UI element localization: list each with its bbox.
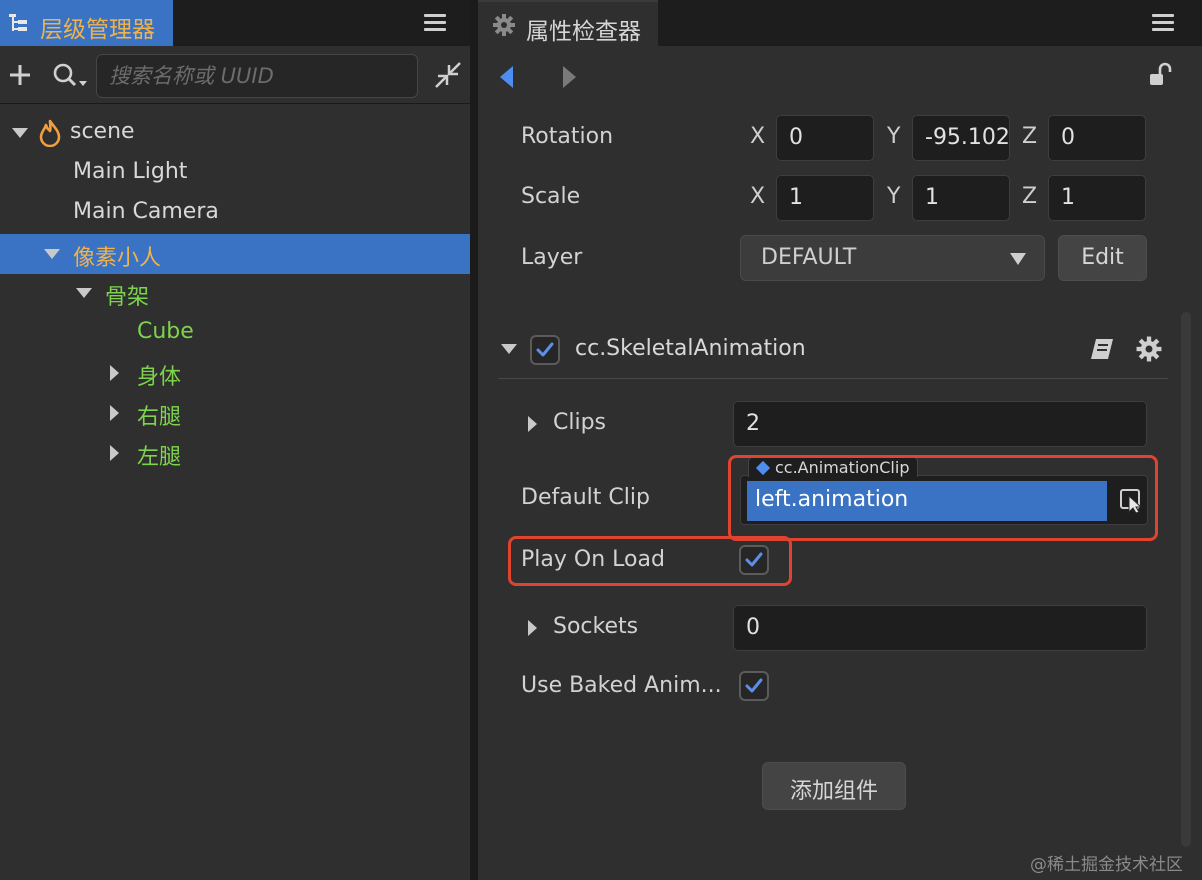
clips-label: Clips <box>553 410 607 435</box>
nav-back-icon[interactable] <box>500 66 513 88</box>
use-baked-animation-label: Use Baked Anim... <box>521 673 722 698</box>
clips-expand-icon[interactable] <box>528 416 537 432</box>
scale-z-value: 1 <box>1061 185 1075 210</box>
search-input[interactable] <box>97 55 417 97</box>
layer-edit-label: Edit <box>1081 245 1124 270</box>
scale-x-label: X <box>750 184 766 209</box>
inspector-tab-title: 属性检查器 <box>526 19 641 45</box>
add-icon[interactable] <box>8 63 32 87</box>
rotation-label: Rotation <box>521 124 614 149</box>
tree-node-label: Cube <box>137 319 194 344</box>
inspector-menu-icon[interactable] <box>1152 14 1174 32</box>
tree-node-cube[interactable]: Cube <box>0 313 470 353</box>
dropdown-arrow-icon <box>1010 253 1026 265</box>
scale-z-label: Z <box>1022 184 1038 209</box>
inspector-scrollbar[interactable] <box>1181 312 1191 847</box>
rotation-y-value: -95.102 <box>925 125 1010 150</box>
rotation-y-field[interactable]: -95.102 <box>912 115 1010 161</box>
inspector-panel: 属性检查器 Rotation X 0 Y -95.102 Z 0 Scale X… <box>478 0 1202 880</box>
default-clip-label: Default Clip <box>521 485 650 510</box>
sockets-label: Sockets <box>553 614 639 639</box>
panel-divider[interactable] <box>470 0 478 880</box>
hierarchy-panel: 层级管理器 scene Main Light <box>0 0 470 880</box>
sockets-expand-icon[interactable] <box>528 620 537 636</box>
use-baked-animation-checkbox[interactable] <box>739 671 769 701</box>
expand-arrow-icon[interactable] <box>12 128 28 138</box>
scene-flame-icon <box>39 119 61 147</box>
component-enabled-checkbox[interactable] <box>530 335 560 365</box>
component-separator <box>498 378 1168 379</box>
tree-node-label: 身体 <box>137 365 182 390</box>
scale-y-label: Y <box>887 184 901 209</box>
sockets-count-value: 0 <box>746 615 760 640</box>
scale-z-field[interactable]: 1 <box>1048 175 1146 221</box>
component-expand-icon[interactable] <box>501 344 517 354</box>
unlock-icon[interactable] <box>1148 62 1174 88</box>
inspector-tabbar: 属性检查器 <box>478 0 1202 46</box>
collapsed-arrow-icon[interactable] <box>110 445 119 461</box>
watermark: @稀土掘金技术社区 <box>1030 855 1183 875</box>
search-filter-icon[interactable] <box>52 62 90 90</box>
search-input-box[interactable] <box>96 54 418 98</box>
tree-node-label: 左腿 <box>137 445 182 470</box>
tree-node-label: Main Camera <box>73 199 219 224</box>
rotation-x-label: X <box>750 124 766 149</box>
tree-node-right-leg[interactable]: 右腿 <box>0 393 470 433</box>
rotation-y-label: Y <box>887 124 901 149</box>
scale-x-field[interactable]: 1 <box>776 175 874 221</box>
tree-node-skeleton[interactable]: 骨架 <box>0 273 470 313</box>
tree-node-label: 像素小人 <box>73 246 162 271</box>
tree-node-label: Main Light <box>73 159 188 184</box>
tree-node-label: scene <box>70 119 135 144</box>
tree-node-main-light[interactable]: Main Light <box>0 153 470 193</box>
check-icon <box>536 342 554 357</box>
collapsed-arrow-icon[interactable] <box>110 405 119 421</box>
default-clip-highlight <box>728 455 1158 541</box>
clips-count-value: 2 <box>746 411 760 436</box>
tree-node-scene[interactable]: scene <box>0 113 470 153</box>
play-on-load-highlight <box>508 536 792 586</box>
check-icon <box>745 678 763 693</box>
inspector-navbar <box>478 46 1202 106</box>
hierarchy-tabbar: 层级管理器 <box>0 0 470 46</box>
rotation-x-field[interactable]: 0 <box>776 115 874 161</box>
add-component-label: 添加组件 <box>789 779 878 804</box>
help-book-icon[interactable] <box>1088 336 1116 362</box>
layer-edit-button[interactable]: Edit <box>1058 235 1147 281</box>
clips-count-field[interactable]: 2 <box>733 401 1147 447</box>
sockets-count-field[interactable]: 0 <box>733 605 1147 651</box>
tree-node-pixel-character[interactable]: 像素小人 <box>0 234 470 274</box>
scale-y-field[interactable]: 1 <box>912 175 1010 221</box>
add-component-button[interactable]: 添加组件 <box>762 762 906 810</box>
tree-node-label: 右腿 <box>137 405 182 430</box>
scale-x-value: 1 <box>789 185 803 210</box>
tree-node-label: 骨架 <box>105 285 150 310</box>
hierarchy-tree-icon <box>9 14 27 31</box>
rotation-z-field[interactable]: 0 <box>1048 115 1146 161</box>
expand-arrow-icon[interactable] <box>44 249 60 259</box>
collapse-all-icon[interactable] <box>434 61 462 89</box>
expand-arrow-icon[interactable] <box>76 288 92 298</box>
scale-label: Scale <box>521 184 581 209</box>
rotation-z-label: Z <box>1022 124 1038 149</box>
tree-node-body[interactable]: 身体 <box>0 353 470 393</box>
hierarchy-toolbar <box>0 46 470 104</box>
hierarchy-tab-title: 层级管理器 <box>40 17 155 43</box>
rotation-x-value: 0 <box>789 125 803 150</box>
nav-forward-icon[interactable] <box>563 66 576 88</box>
hierarchy-menu-icon[interactable] <box>424 14 446 32</box>
layer-label: Layer <box>521 245 583 270</box>
component-settings-gear-icon[interactable] <box>1136 336 1162 362</box>
scale-y-value: 1 <box>925 185 939 210</box>
gear-icon <box>493 14 515 36</box>
rotation-z-value: 0 <box>1061 125 1075 150</box>
inspector-tab[interactable]: 属性检查器 <box>478 0 658 46</box>
tree-node-left-leg[interactable]: 左腿 <box>0 433 470 473</box>
layer-select[interactable]: DEFAULT <box>740 235 1045 281</box>
tree-node-main-camera[interactable]: Main Camera <box>0 193 470 233</box>
hierarchy-tab[interactable]: 层级管理器 <box>0 0 173 46</box>
collapsed-arrow-icon[interactable] <box>110 365 119 381</box>
component-name: cc.SkeletalAnimation <box>575 336 806 361</box>
layer-value: DEFAULT <box>761 245 857 270</box>
